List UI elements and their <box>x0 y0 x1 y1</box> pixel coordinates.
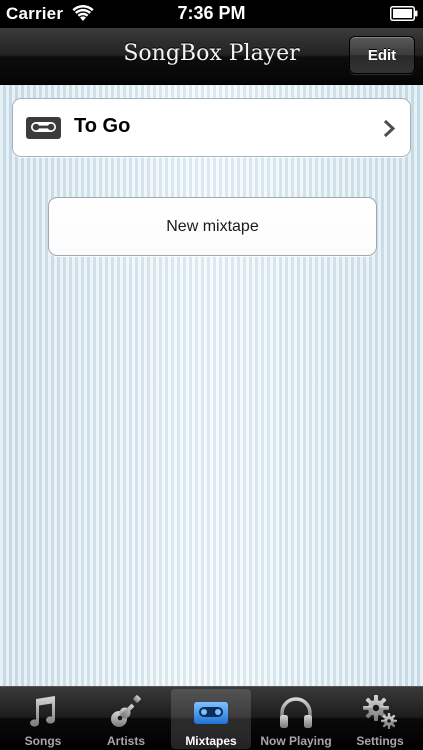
list-item[interactable]: To Go <box>12 98 411 157</box>
tab-songs[interactable]: Songs <box>3 689 83 749</box>
tab-label: Now Playing <box>260 734 332 748</box>
cassette-icon <box>26 117 61 139</box>
tab-mixtapes[interactable]: Mixtapes <box>171 689 251 749</box>
tab-now-playing[interactable]: Now Playing <box>256 689 336 749</box>
navigation-bar: SongBox Player Edit <box>0 28 423 85</box>
tab-label: Mixtapes <box>185 734 237 748</box>
new-mixtape-button[interactable]: New mixtape <box>48 197 377 256</box>
tab-artists[interactable]: Artists <box>86 689 166 749</box>
mixtapes-list-view[interactable]: To Go New mixtape <box>0 85 423 686</box>
tab-label: Artists <box>106 734 145 748</box>
music-note-icon <box>30 696 55 727</box>
list-item-label: To Go <box>74 115 131 137</box>
gears-icon <box>363 695 397 729</box>
guitar-icon <box>111 695 141 727</box>
tab-bar: Songs Artists Mixtapes Now Playing Setti… <box>0 686 423 750</box>
cassette-icon <box>194 702 228 724</box>
tab-label: Settings <box>356 734 404 748</box>
battery-icon <box>390 6 418 21</box>
status-time: 7:36 PM <box>177 3 246 23</box>
tab-label: Songs <box>24 734 62 748</box>
status-bar: Carrier 7:36 PM <box>0 0 423 28</box>
headphones-icon <box>280 697 312 728</box>
edit-button[interactable]: Edit <box>349 36 415 74</box>
tab-settings[interactable]: Settings <box>340 689 420 749</box>
chevron-right-icon <box>384 120 396 137</box>
